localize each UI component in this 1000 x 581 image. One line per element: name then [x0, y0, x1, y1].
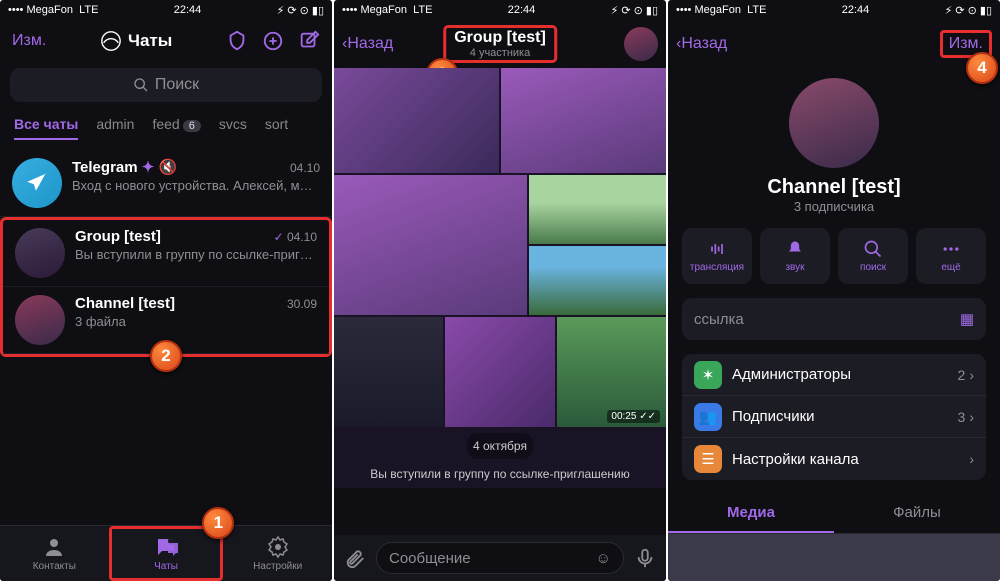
shield-icon: ✶ [694, 361, 722, 389]
photo[interactable] [529, 246, 667, 315]
media-grid [668, 534, 1000, 581]
media-thumb[interactable] [801, 534, 867, 581]
sound-button[interactable]: звук [760, 228, 830, 284]
row-channel-settings[interactable]: ☰ Настройки канала › [682, 438, 986, 480]
new-chat-icon[interactable] [262, 30, 284, 52]
highlight-box-chats: Group [test]✓ 04.10 Вы вступили в группу… [0, 217, 332, 357]
qr-icon[interactable]: ▦ [960, 310, 974, 328]
mic-icon[interactable] [634, 547, 656, 569]
header-title: Чаты [100, 30, 172, 52]
tab-feed[interactable]: feed6 [152, 116, 200, 140]
back-button[interactable]: ‹ Назад [342, 35, 393, 53]
date-separator: 4 октября [467, 433, 533, 459]
header-title-box[interactable]: Group [test] 4 участника 3 [443, 25, 557, 63]
chat-row-group[interactable]: Group [test]✓ 04.10 Вы вступили в группу… [3, 220, 329, 287]
photo[interactable] [334, 68, 499, 173]
compose-icon[interactable] [298, 30, 320, 52]
system-message: Вы вступили в группу по ссылке-приглашен… [334, 463, 666, 485]
action-row: трансляция звук поиск ещё [668, 228, 1000, 284]
video-thumb[interactable]: 00:25 ✓✓ [557, 317, 666, 427]
channel-avatar[interactable] [789, 78, 879, 168]
screen-channel-info: •••• MegaFon LTE 22:44 ⚡︎ ⟳ ⊙ ▮▯ ‹ Назад… [668, 0, 1000, 581]
broadcast-button[interactable]: трансляция [682, 228, 752, 284]
avatar [15, 295, 65, 345]
search-button[interactable]: поиск [838, 228, 908, 284]
status-bar: •••• MegaFon LTE 22:44 ⚡︎ ⟳ ⊙ ▮▯ [0, 0, 332, 20]
bottom-nav: Контакты Чаты 1 Настройки [0, 525, 332, 581]
tab-svcs[interactable]: svcs [219, 116, 247, 140]
tab-media[interactable]: Медиа [668, 494, 834, 533]
status-bar: •••• MegaFon LTE 22:44 ⚡︎ ⟳ ⊙ ▮▯ [334, 0, 666, 20]
avatar [12, 158, 62, 208]
message-bar: Сообщение☺ [334, 535, 666, 581]
screen-group: •••• MegaFon LTE 22:44 ⚡︎ ⟳ ⊙ ▮▯ ‹ Назад… [334, 0, 666, 581]
row-admins[interactable]: ✶ Администраторы 2 › [682, 354, 986, 396]
people-icon: 👥 [694, 403, 722, 431]
media-thumb[interactable] [934, 534, 1000, 581]
search-input[interactable]: Поиск [10, 68, 322, 102]
header: Изм. Чаты [0, 20, 332, 62]
marker-4: 4 [966, 52, 998, 84]
status-bar: •••• MegaFon LTE 22:44 ⚡︎ ⟳ ⊙ ▮▯ [668, 0, 1000, 20]
media-tabs: Медиа Файлы [668, 494, 1000, 534]
nav-contacts[interactable]: Контакты [0, 526, 109, 581]
nav-settings[interactable]: Настройки [223, 526, 332, 581]
channel-title: Channel [test] [668, 176, 1000, 199]
tab-all[interactable]: Все чаты [14, 116, 78, 140]
nav-chats[interactable]: Чаты 1 [109, 526, 224, 581]
tab-admin[interactable]: admin [96, 116, 134, 140]
edit-button[interactable]: Изм. [12, 32, 46, 50]
link-field[interactable]: ссылка ▦ [682, 298, 986, 340]
folder-tabs: Все чаты admin feed6 svcs sort [0, 108, 332, 150]
attach-icon[interactable] [344, 547, 366, 569]
row-subscribers[interactable]: 👥 Подписчики 3 › [682, 396, 986, 438]
media-thumb[interactable] [867, 534, 933, 581]
info-header: ‹ Назад Изм. 4 [668, 20, 1000, 68]
photo[interactable] [501, 68, 666, 173]
media-thumb[interactable] [734, 534, 800, 581]
back-button[interactable]: ‹ Назад [676, 35, 727, 53]
tab-sort[interactable]: sort [265, 116, 288, 140]
more-button[interactable]: ещё [916, 228, 986, 284]
chat-avatar[interactable] [624, 27, 658, 61]
avatar [15, 228, 65, 278]
media-gallery: 00:25 ✓✓ 4 октября Вы вступили в группу … [334, 68, 666, 488]
screen-chats: •••• MegaFon LTE 22:44 ⚡︎ ⟳ ⊙ ▮▯ Изм. Ча… [0, 0, 332, 581]
photo[interactable] [445, 317, 554, 427]
channel-subtitle: 3 подписчика [668, 199, 1000, 214]
photo[interactable] [529, 175, 667, 244]
chat-row-telegram[interactable]: Telegram ✦ 🔇04.10 Вход с нового устройст… [0, 150, 332, 217]
media-thumb[interactable] [668, 534, 734, 581]
proxy-icon[interactable] [226, 30, 248, 52]
tab-files[interactable]: Файлы [834, 494, 1000, 533]
marker-2: 2 [150, 340, 182, 372]
sliders-icon: ☰ [694, 445, 722, 473]
chat-header: ‹ Назад Group [test] 4 участника 3 [334, 20, 666, 68]
message-input[interactable]: Сообщение☺ [376, 542, 624, 574]
photo[interactable] [334, 175, 527, 315]
photo[interactable] [334, 317, 443, 427]
settings-list: ✶ Администраторы 2 › 👥 Подписчики 3 › ☰ … [682, 354, 986, 480]
